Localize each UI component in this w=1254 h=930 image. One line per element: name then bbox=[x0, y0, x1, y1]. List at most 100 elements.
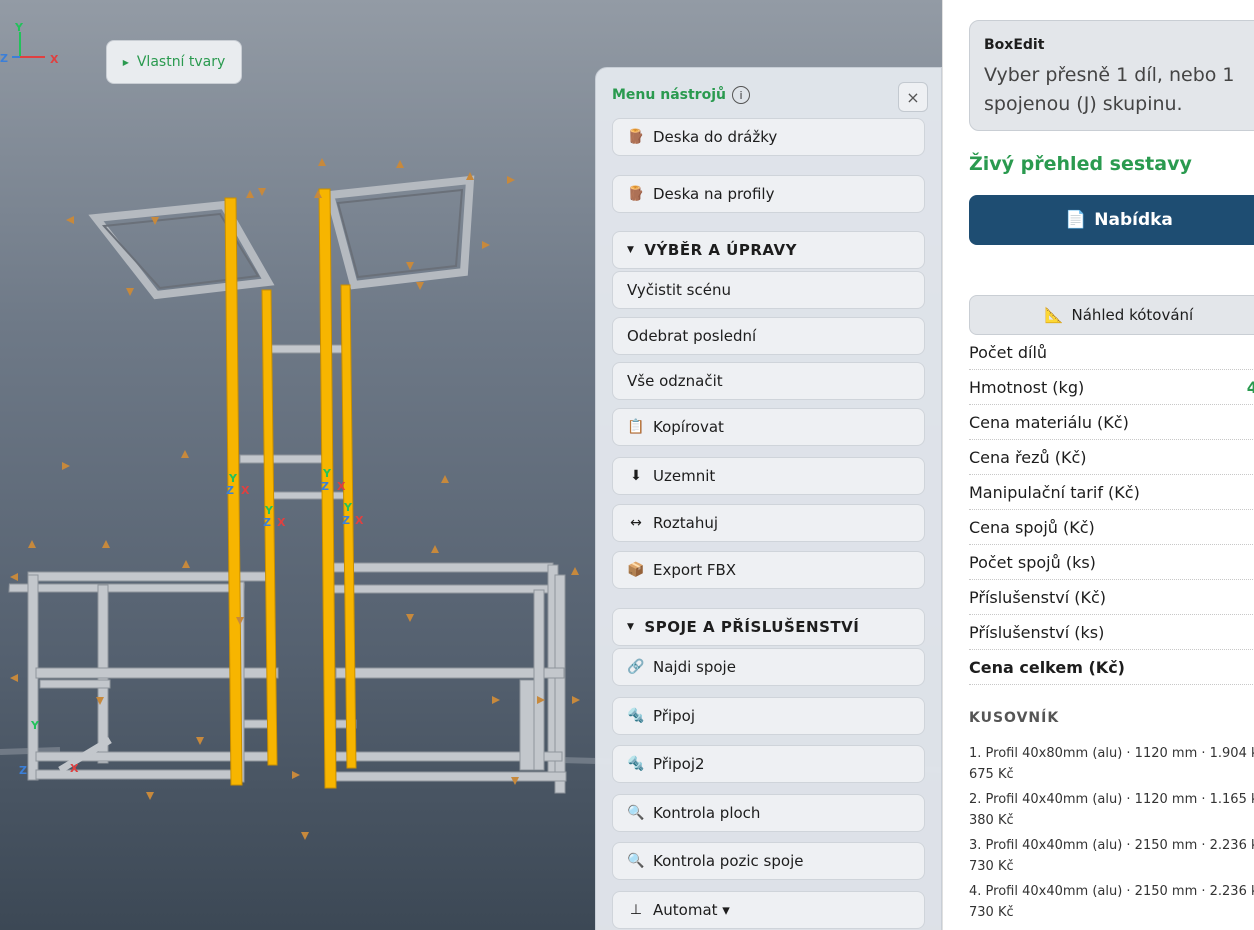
svg-text:Z: Z bbox=[0, 52, 8, 65]
svg-text:Z: Z bbox=[342, 514, 350, 527]
svg-text:Y: Y bbox=[30, 719, 40, 732]
tool-button[interactable]: Odebrat poslední bbox=[612, 317, 925, 355]
boxedit-message: Vyber přesně 1 díl, nebo 1 spojenou (J) … bbox=[984, 64, 1235, 115]
tool-button-label: Připoj bbox=[653, 707, 695, 725]
dimension-preview-label: Náhled kótování bbox=[1071, 306, 1194, 324]
tool-button-label: Připoj2 bbox=[653, 755, 705, 773]
right-table-frame bbox=[332, 562, 567, 794]
svg-text:X: X bbox=[50, 53, 59, 66]
bom-item-description: 4. Profil 40x40mm (alu) · 2150 mm · 2.23… bbox=[969, 884, 1254, 899]
close-icon[interactable]: × bbox=[898, 82, 928, 112]
tool-button[interactable]: 🪵 Deska na profily bbox=[612, 175, 925, 213]
stat-row: Cena materiálu (Kč)1 bbox=[969, 405, 1254, 440]
stat-row: Hmotnost (kg) 49 bbox=[969, 370, 1254, 405]
svg-text:X: X bbox=[70, 762, 79, 775]
tool-button[interactable]: 📋 Kopírovat bbox=[612, 408, 925, 446]
stat-value: 49 bbox=[1247, 378, 1254, 397]
tool-button-label: Deska na profily bbox=[653, 185, 775, 203]
tool-button[interactable]: ⬇ Uzemnit bbox=[612, 457, 925, 495]
3d-viewport[interactable]: Y Z X Y Z X Y Z X Y Z X Y Z X Y Z X ▶ Vl… bbox=[0, 0, 942, 930]
package-icon: 📦 bbox=[627, 562, 645, 578]
arrow-down-icon: ⬇ bbox=[630, 468, 642, 484]
stat-label: Hmotnost (kg) bbox=[969, 377, 1085, 397]
custom-shapes-label: Vlastní tvary bbox=[136, 54, 226, 70]
tool-button-label: Kontrola pozic spoje bbox=[653, 852, 804, 870]
tool-button[interactable]: 🔩 Připoj2 bbox=[612, 745, 925, 783]
tool-button-label: Najdi spoje bbox=[653, 658, 736, 676]
stat-label: Příslušenství (Kč) bbox=[969, 587, 1107, 607]
bom-item-price: 380 Kč bbox=[969, 813, 1014, 828]
right-panel: BoxEdit Vyber přesně 1 díl, nebo 1 spoje… bbox=[942, 0, 1254, 930]
section-label: VÝBĚR A ÚPRAVY bbox=[644, 241, 797, 259]
document-icon: 📄 bbox=[1065, 210, 1087, 230]
chevron-down-icon: ▼ bbox=[627, 245, 635, 255]
svg-text:X: X bbox=[337, 480, 346, 493]
top-frames-shadow bbox=[101, 188, 464, 290]
bom-item: 4. Profil 40x40mm (alu) · 2150 mm · 2.23… bbox=[969, 881, 1254, 923]
tool-button[interactable]: Vyčistit scénu bbox=[612, 271, 925, 309]
magnifier-icon: 🔍 bbox=[627, 805, 645, 821]
axis-gizmo: Y Z X bbox=[0, 21, 59, 66]
tool-button[interactable]: 📦 Export FBX bbox=[612, 551, 925, 589]
arrows-horizontal-icon: ↔ bbox=[630, 515, 642, 531]
stat-label: Cena řezů (Kč) bbox=[969, 447, 1087, 467]
tools-menu-panel: Menu nástrojů i × 🪵 Deska do drážky 🪵 Deska… bbox=[595, 67, 942, 930]
triangle-ruler-icon: 📐 bbox=[1044, 306, 1064, 324]
tool-button[interactable]: 🪵 Deska do drážky bbox=[612, 118, 925, 156]
section-label: SPOJE A PŘÍSLUŠENSTVÍ bbox=[644, 618, 860, 636]
svg-text:Y: Y bbox=[343, 501, 353, 514]
bom-item-description: 2. Profil 40x40mm (alu) · 1120 mm · 1.16… bbox=[969, 792, 1254, 807]
svg-text:X: X bbox=[355, 514, 364, 527]
tool-button-label: Roztahuj bbox=[653, 514, 719, 532]
wood-log-icon: 🪵 bbox=[627, 129, 645, 145]
bom-item-price: 730 Kč bbox=[969, 859, 1014, 874]
dimension-preview-button[interactable]: 📐 Náhled kótování bbox=[969, 295, 1254, 335]
stat-row: Počet spojů (ks) bbox=[969, 545, 1254, 580]
tool-button-label: Uzemnit bbox=[653, 467, 716, 485]
tool-button[interactable]: ⊥ Automat ▾ bbox=[612, 891, 925, 929]
bom-title: KUSOVNÍK bbox=[969, 710, 1060, 726]
svg-text:X: X bbox=[277, 516, 286, 529]
bom-item-description: 3. Profil 40x40mm (alu) · 2150 mm · 2.23… bbox=[969, 838, 1254, 853]
bom-item-description: 1. Profil 40x80mm (alu) · 1120 mm · 1.90… bbox=[969, 746, 1254, 761]
tool-button-label: Kontrola ploch bbox=[653, 804, 761, 822]
tool-button[interactable]: 🔍 Kontrola ploch bbox=[612, 794, 925, 832]
bom-item: 2. Profil 40x40mm (alu) · 1120 mm · 1.16… bbox=[969, 789, 1254, 831]
axis-marker: Y Z X bbox=[263, 504, 286, 529]
tool-button[interactable]: ↔ Roztahuj bbox=[612, 504, 925, 542]
tool-button-label: Vyčistit scénu bbox=[627, 281, 731, 299]
custom-shapes-button[interactable]: ▶ Vlastní tvary bbox=[106, 40, 242, 84]
stat-row: Počet dílů bbox=[969, 335, 1254, 370]
tools-menu-title: Menu nástrojů bbox=[612, 87, 726, 103]
svg-text:Y: Y bbox=[322, 467, 332, 480]
section-header[interactable]: ▼ SPOJE A PŘÍSLUŠENSTVÍ bbox=[612, 608, 925, 646]
wood-log-icon: 🪵 bbox=[627, 186, 645, 202]
bom-item-price: 730 Kč bbox=[969, 905, 1014, 920]
tool-button[interactable]: 🔍 Kontrola pozic spoje bbox=[612, 842, 925, 880]
stat-label: Příslušenství (ks) bbox=[969, 622, 1105, 642]
stat-row: Cena spojů (Kč)1 bbox=[969, 510, 1254, 545]
stat-label: Počet spojů (ks) bbox=[969, 552, 1096, 572]
svg-text:Z: Z bbox=[226, 484, 234, 497]
svg-text:Z: Z bbox=[321, 480, 329, 493]
svg-text:Z: Z bbox=[19, 764, 27, 777]
tool-button[interactable]: Vše odznačit bbox=[612, 362, 925, 400]
screw-icon: 🔩 bbox=[627, 708, 645, 724]
stat-label: Manipulační tarif (Kč) bbox=[969, 482, 1140, 502]
tool-button-label: Export FBX bbox=[653, 561, 737, 579]
tool-button[interactable]: 🔗 Najdi spoje bbox=[612, 648, 925, 686]
offer-button[interactable]: 📄 Nabídka bbox=[969, 195, 1254, 245]
section-header[interactable]: ▼ VÝBĚR A ÚPRAVY bbox=[612, 231, 925, 269]
tool-button-label: Kopírovat bbox=[653, 418, 724, 436]
svg-text:Y: Y bbox=[14, 21, 24, 34]
info-icon[interactable]: i bbox=[731, 86, 750, 104]
bom-item: 1. Profil 40x80mm (alu) · 1120 mm · 1.90… bbox=[969, 743, 1254, 785]
boxedit-title: BoxEdit bbox=[984, 37, 1045, 53]
tool-button-label: Automat ▾ bbox=[653, 901, 730, 919]
clipboard-icon: 📋 bbox=[627, 419, 645, 435]
tool-button-label: Vše odznačit bbox=[627, 372, 723, 390]
tool-button[interactable]: 🔩 Připoj bbox=[612, 697, 925, 735]
stat-row: Cena řezů (Kč) bbox=[969, 440, 1254, 475]
stat-label: Cena celkem (Kč) bbox=[969, 657, 1125, 677]
chevron-down-icon: ▼ bbox=[627, 622, 635, 632]
